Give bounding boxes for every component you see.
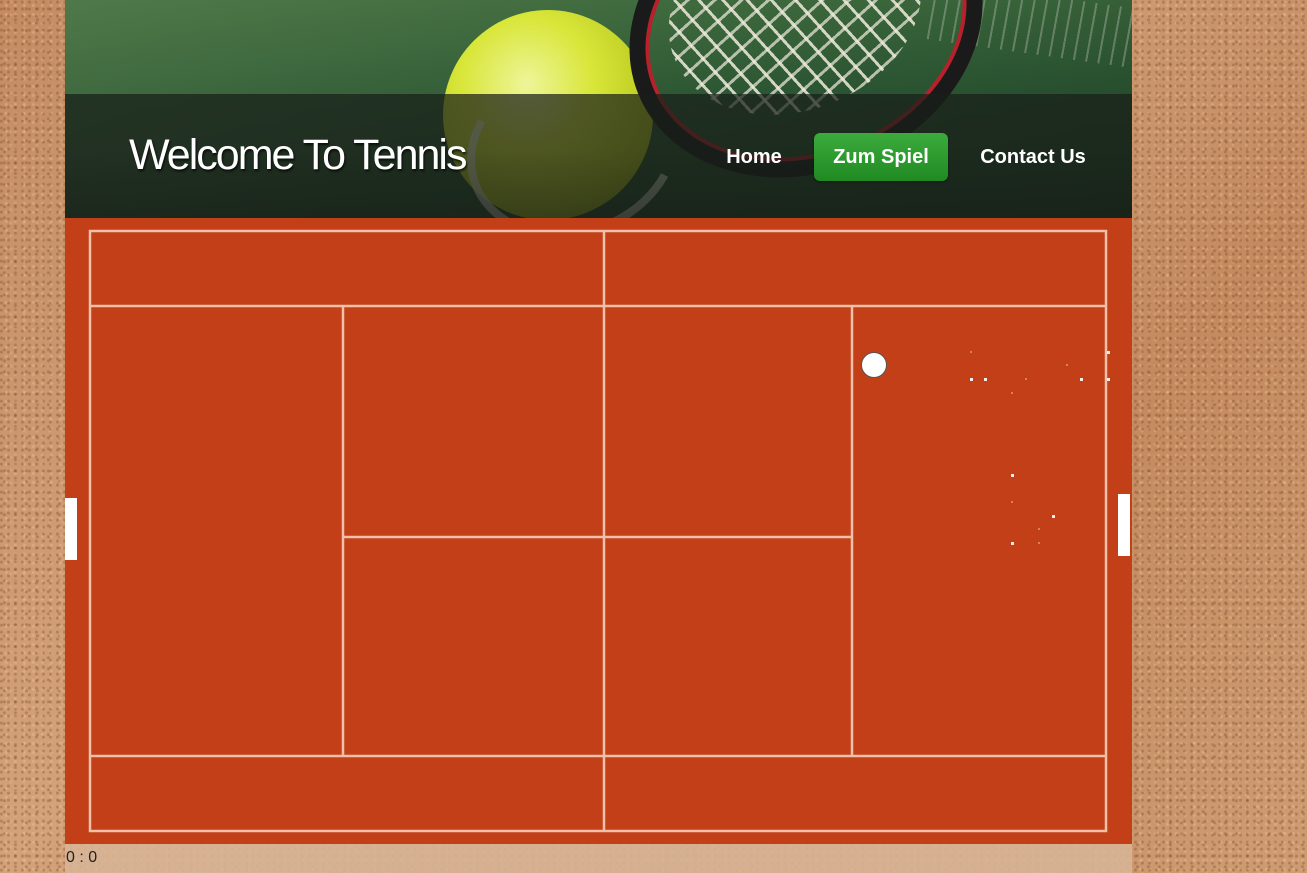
- nav-game-link[interactable]: Zum Spiel: [814, 133, 948, 181]
- header: [65, 0, 1132, 218]
- game-ball: [861, 352, 887, 378]
- particle: [970, 378, 973, 381]
- particle: [1011, 474, 1014, 477]
- particle: [1011, 392, 1013, 394]
- left-paddle: [65, 498, 77, 560]
- right-paddle: [1118, 494, 1130, 556]
- court-outline: [88, 229, 1108, 833]
- particle: [1080, 378, 1083, 381]
- particle: [970, 351, 972, 353]
- score-bar: [65, 844, 1132, 873]
- particle: [1038, 528, 1040, 530]
- particle: [1025, 378, 1027, 380]
- particle: [1107, 351, 1110, 354]
- particle: [1052, 515, 1055, 518]
- particle: [984, 378, 987, 381]
- nav-home-link[interactable]: Home: [705, 133, 803, 181]
- particle: [1011, 501, 1013, 503]
- page: Welcome To Tennis Home Zum Spiel Contact…: [65, 0, 1132, 873]
- site-title: Welcome To Tennis: [129, 131, 467, 179]
- nav-contact-link[interactable]: Contact Us: [967, 133, 1099, 181]
- particle: [1011, 542, 1014, 545]
- score-display: 0 : 0: [66, 849, 98, 866]
- particle: [1107, 378, 1110, 381]
- particle: [1066, 364, 1068, 366]
- game-canvas[interactable]: [65, 218, 1132, 844]
- particle: [1038, 542, 1040, 544]
- court-lines: [88, 229, 1108, 833]
